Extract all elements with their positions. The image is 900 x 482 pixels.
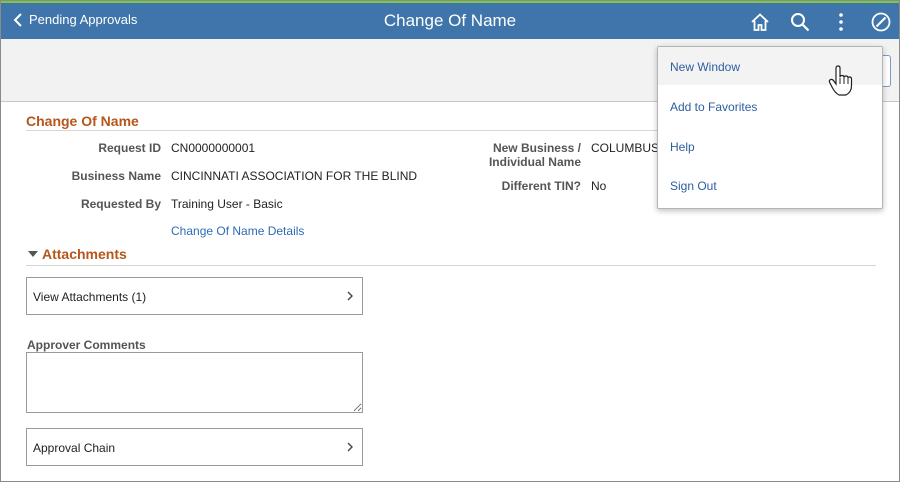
view-attachments-label: View Attachments (1) bbox=[33, 290, 147, 304]
view-attachments-button[interactable]: View Attachments (1) bbox=[26, 277, 363, 315]
attachments-title: Attachments bbox=[42, 246, 127, 262]
new-business-label-line1: New Business / bbox=[492, 141, 581, 155]
more-vertical-icon[interactable] bbox=[830, 11, 852, 33]
approval-chain-button[interactable]: Approval Chain bbox=[26, 428, 363, 466]
new-business-value: COLUMBUS bbox=[591, 141, 660, 155]
menu-item-label: Sign Out bbox=[670, 179, 717, 193]
menu-item-label: Help bbox=[670, 140, 695, 154]
page-frame: Pending Approvals Change Of Name Change … bbox=[0, 0, 900, 482]
approval-chain-label: Approval Chain bbox=[33, 441, 116, 455]
hand-pointer-cursor-icon bbox=[828, 65, 853, 96]
menu-item-help[interactable]: Help bbox=[658, 127, 882, 165]
menu-item-label: Add to Favorites bbox=[670, 100, 758, 114]
business-name-value: CINCINNATI ASSOCIATION FOR THE BLIND bbox=[171, 169, 418, 183]
home-icon[interactable] bbox=[749, 11, 771, 33]
new-business-label-line2: Individual Name bbox=[488, 155, 581, 169]
business-name-label: Business Name bbox=[71, 169, 161, 183]
chevron-right-icon bbox=[347, 291, 353, 301]
search-icon[interactable] bbox=[789, 11, 811, 33]
approver-comments-label: Approver Comments bbox=[27, 338, 146, 352]
menu-item-sign-out[interactable]: Sign Out bbox=[658, 166, 882, 204]
approver-comments-textarea[interactable] bbox=[26, 352, 363, 413]
different-tin-label: Different TIN? bbox=[501, 179, 581, 193]
header-bar: Pending Approvals Change Of Name bbox=[1, 1, 899, 39]
requested-by-value: Training User - Basic bbox=[171, 197, 283, 211]
caret-down-icon bbox=[28, 251, 38, 257]
chevron-right-icon bbox=[347, 442, 353, 452]
attachments-divider bbox=[26, 265, 876, 266]
requested-by-label: Requested By bbox=[80, 197, 161, 211]
different-tin-value: No bbox=[591, 179, 607, 193]
change-of-name-details-link[interactable]: Change Of Name Details bbox=[171, 224, 304, 238]
section-title: Change Of Name bbox=[26, 113, 139, 129]
attachments-toggle[interactable]: Attachments bbox=[28, 246, 127, 262]
request-id-value: CN0000000001 bbox=[171, 141, 256, 155]
menu-item-label: New Window bbox=[670, 60, 741, 74]
request-id-label: Request ID bbox=[98, 141, 161, 155]
navbar-compass-icon[interactable] bbox=[870, 11, 892, 33]
